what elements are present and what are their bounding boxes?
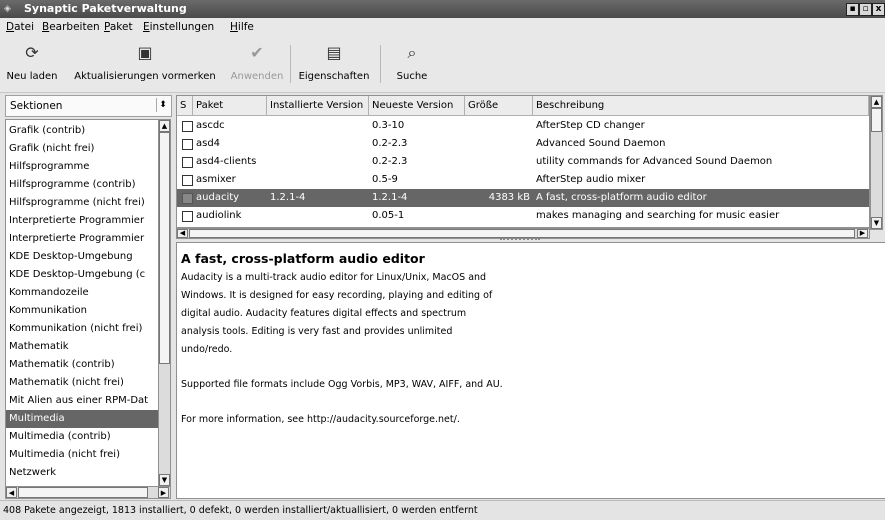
section-item[interactable]: Mathematik (nicht frei) xyxy=(6,374,158,392)
menu-hilfe[interactable]: Hilfe xyxy=(230,21,254,34)
description-line: analysis tools. Editing is very fast and… xyxy=(181,326,453,337)
section-item[interactable]: Multimedia (nicht frei) xyxy=(6,446,158,464)
scroll-thumb[interactable] xyxy=(871,108,882,132)
column-header-status[interactable]: S xyxy=(177,96,193,116)
scroll-thumb[interactable] xyxy=(189,229,855,238)
column-header-package[interactable]: Paket xyxy=(193,96,267,116)
section-item-selected[interactable]: Multimedia xyxy=(6,410,158,428)
apply-button[interactable]: ✔ Anwenden xyxy=(230,40,284,88)
mark-upgrades-button[interactable]: ▣ Aktualisierungen vormerken xyxy=(62,40,228,88)
package-checkbox[interactable] xyxy=(182,139,193,150)
combo-arrows-icon: ⬍ xyxy=(156,98,169,112)
section-item[interactable]: KDE Desktop-Umgebung xyxy=(6,248,158,266)
sections-list[interactable]: Grafik (contrib) Grafik (nicht frei) Hil… xyxy=(5,119,159,487)
toolbar: ⟳ Neu laden ▣ Aktualisierungen vormerken… xyxy=(0,37,885,93)
description-line: For more information, see http://audacit… xyxy=(181,414,460,425)
column-header-installed-version[interactable]: Installierte Version xyxy=(267,96,369,116)
table-vscrollbar[interactable]: ▲ ▼ xyxy=(870,95,883,230)
description-line: digital audio. Audacity features digital… xyxy=(181,308,467,319)
section-item[interactable]: KDE Desktop-Umgebung (c xyxy=(6,266,158,284)
section-item[interactable]: Interpretierte Programmier xyxy=(6,230,158,248)
section-item[interactable]: Hilfsprogramme (contrib) xyxy=(6,176,158,194)
description-line: Supported file formats include Ogg Vorbi… xyxy=(181,379,503,390)
properties-button[interactable]: ▤ Eigenschaften xyxy=(294,40,374,88)
scroll-left-icon[interactable]: ◀ xyxy=(6,487,17,498)
upgrade-icon: ▣ xyxy=(137,43,153,62)
package-checkbox[interactable] xyxy=(182,211,193,222)
scroll-up-icon[interactable]: ▲ xyxy=(871,96,882,108)
package-checkbox[interactable] xyxy=(182,175,193,186)
package-table: S Paket Installierte Version Neueste Ver… xyxy=(176,95,870,228)
sections-combo[interactable]: Sektionen ⬍ xyxy=(5,95,172,117)
section-item[interactable]: Mathematik xyxy=(6,338,158,356)
table-row-selected[interactable]: audacity 1.2.1-4 1.2.1-4 4383 kB A fast,… xyxy=(177,189,869,207)
window-title: Synaptic Paketverwaltung xyxy=(24,2,187,15)
sections-vscrollbar[interactable]: ▲ ▼ xyxy=(158,119,171,487)
title-bar: ◈ Synaptic Paketverwaltung ▪ ▫ x xyxy=(0,0,885,18)
scroll-down-icon[interactable]: ▼ xyxy=(159,474,170,486)
scroll-thumb[interactable] xyxy=(18,487,148,498)
package-checkbox[interactable] xyxy=(182,157,193,168)
section-item[interactable]: Kommunikation (nicht frei) xyxy=(6,320,158,338)
menu-bearbeiten[interactable]: Bearbeiten xyxy=(42,21,100,34)
package-checkbox[interactable] xyxy=(182,121,193,132)
table-row[interactable]: asd4 0.2-2.3 Advanced Sound Daemon xyxy=(177,135,869,153)
section-item[interactable]: Mathematik (contrib) xyxy=(6,356,158,374)
app-icon: ◈ xyxy=(4,4,11,14)
scroll-up-icon[interactable]: ▲ xyxy=(159,120,170,132)
section-item[interactable]: Multimedia (contrib) xyxy=(6,428,158,446)
minimize-button[interactable]: ▪ xyxy=(846,3,859,16)
section-item[interactable]: Hilfsprogramme (nicht frei) xyxy=(6,194,158,212)
section-item[interactable]: Grafik (nicht frei) xyxy=(6,140,158,158)
toolbar-separator xyxy=(380,45,381,83)
menu-einstellungen[interactable]: Einstellungen xyxy=(143,21,214,34)
reload-icon: ⟳ xyxy=(25,43,39,62)
sections-hscrollbar[interactable]: ◀ ▶ xyxy=(5,486,171,499)
scroll-left-icon[interactable]: ◀ xyxy=(177,229,188,238)
table-row[interactable]: asd4-clients 0.2-2.3 utility commands fo… xyxy=(177,153,869,171)
section-item[interactable]: Grafik (contrib) xyxy=(6,122,158,140)
section-item[interactable]: Mit Alien aus einer RPM-Dat xyxy=(6,392,158,410)
close-button[interactable]: x xyxy=(872,3,885,16)
column-header-size[interactable]: Größe xyxy=(465,96,533,116)
sections-combo-label: Sektionen xyxy=(10,100,63,112)
scroll-right-icon[interactable]: ▶ xyxy=(857,229,868,238)
scroll-down-icon[interactable]: ▼ xyxy=(871,217,882,229)
section-item[interactable]: Kommunikation xyxy=(6,302,158,320)
menu-datei[interactable]: Datei xyxy=(6,21,34,34)
status-bar: 408 Pakete angezeigt, 1813 installiert, … xyxy=(0,500,885,520)
search-icon: ⌕ xyxy=(407,43,417,62)
package-checkbox[interactable] xyxy=(182,193,193,204)
description-line: undo/redo. xyxy=(181,344,233,355)
maximize-button[interactable]: ▫ xyxy=(859,3,872,16)
description-line: Windows. It is designed for easy recordi… xyxy=(181,290,493,301)
search-button[interactable]: ⌕ Suche xyxy=(384,40,440,88)
scroll-thumb[interactable] xyxy=(159,132,170,364)
reload-button[interactable]: ⟳ Neu laden xyxy=(4,40,60,88)
description-pane: A fast, cross-platform audio editor Auda… xyxy=(176,242,885,499)
table-row[interactable]: ascdc 0.3-10 AfterStep CD changer xyxy=(177,117,869,135)
column-header-latest-version[interactable]: Neueste Version xyxy=(369,96,465,116)
properties-icon: ▤ xyxy=(326,43,342,62)
section-item[interactable]: Hilfsprogramme xyxy=(6,158,158,176)
section-item[interactable]: Netzwerk xyxy=(6,464,158,482)
apply-checkmark-icon: ✔ xyxy=(250,43,264,62)
table-row[interactable]: audiolink 0.05-1 makes managing and sear… xyxy=(177,207,869,225)
toolbar-separator xyxy=(290,45,291,83)
menu-bar: Datei Bearbeiten Paket Einstellungen Hil… xyxy=(0,18,885,37)
status-text: 408 Pakete angezeigt, 1813 installiert, … xyxy=(3,505,478,516)
description-line: Audacity is a multi-track audio editor f… xyxy=(181,272,487,283)
section-item[interactable]: Kommandozeile xyxy=(6,284,158,302)
table-row[interactable]: asmixer 0.5-9 AfterStep audio mixer xyxy=(177,171,869,189)
column-header-description[interactable]: Beschreibung xyxy=(533,96,869,116)
scroll-right-icon[interactable]: ▶ xyxy=(158,487,169,498)
menu-paket[interactable]: Paket xyxy=(104,21,133,34)
section-item[interactable]: Interpretierte Programmier xyxy=(6,212,158,230)
description-title: A fast, cross-platform audio editor xyxy=(181,251,425,266)
